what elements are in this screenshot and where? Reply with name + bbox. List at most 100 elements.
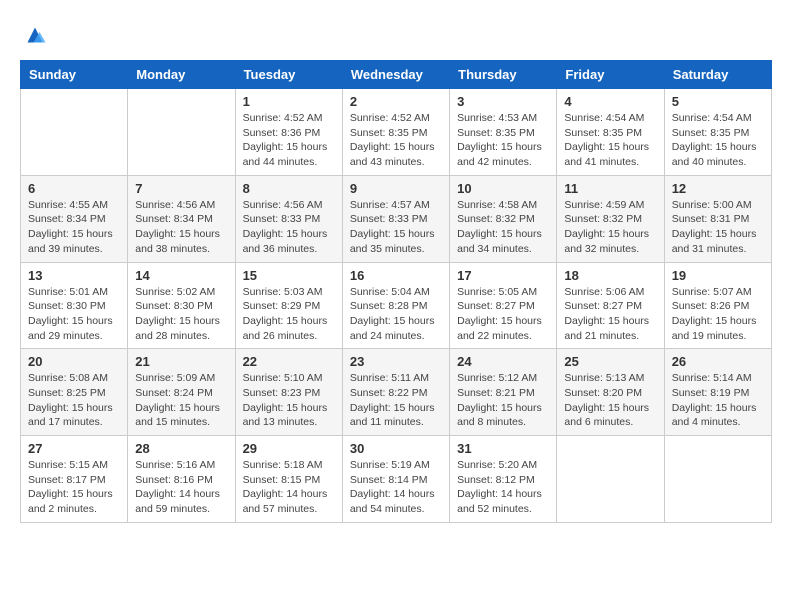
- calendar-cell: 18 Sunrise: 5:06 AM Sunset: 8:27 PM Dayli…: [557, 262, 664, 349]
- calendar-cell: 19 Sunrise: 5:07 AM Sunset: 8:26 PM Dayli…: [664, 262, 771, 349]
- calendar-cell: 5 Sunrise: 4:54 AM Sunset: 8:35 PM Daylig…: [664, 89, 771, 176]
- day-info: Sunrise: 5:01 AM Sunset: 8:30 PM Dayligh…: [28, 285, 120, 344]
- day-info: Sunrise: 5:15 AM Sunset: 8:17 PM Dayligh…: [28, 458, 120, 517]
- day-number: 2: [350, 94, 442, 109]
- day-info: Sunrise: 5:07 AM Sunset: 8:26 PM Dayligh…: [672, 285, 764, 344]
- calendar-cell: 27 Sunrise: 5:15 AM Sunset: 8:17 PM Dayli…: [21, 436, 128, 523]
- day-number: 24: [457, 354, 549, 369]
- day-info: Sunrise: 4:55 AM Sunset: 8:34 PM Dayligh…: [28, 198, 120, 257]
- day-info: Sunrise: 5:20 AM Sunset: 8:12 PM Dayligh…: [457, 458, 549, 517]
- calendar-cell: 10 Sunrise: 4:58 AM Sunset: 8:32 PM Dayli…: [450, 175, 557, 262]
- calendar-cell: [557, 436, 664, 523]
- calendar-week-row: 13 Sunrise: 5:01 AM Sunset: 8:30 PM Dayli…: [21, 262, 772, 349]
- day-number: 9: [350, 181, 442, 196]
- day-number: 19: [672, 268, 764, 283]
- calendar-cell: 25Sunrise: 5:13 AM Sunset: 8:20 PM Dayli…: [557, 349, 664, 436]
- calendar-cell: 24 Sunrise: 5:12 AM Sunset: 8:21 PM Dayli…: [450, 349, 557, 436]
- calendar-cell: 6 Sunrise: 4:55 AM Sunset: 8:34 PM Daylig…: [21, 175, 128, 262]
- day-number: 14: [135, 268, 227, 283]
- calendar-cell: 16 Sunrise: 5:04 AM Sunset: 8:28 PM Dayli…: [342, 262, 449, 349]
- day-info: Sunrise: 4:59 AM Sunset: 8:32 PM Dayligh…: [564, 198, 656, 257]
- calendar-week-row: 6 Sunrise: 4:55 AM Sunset: 8:34 PM Daylig…: [21, 175, 772, 262]
- calendar-cell: 11 Sunrise: 4:59 AM Sunset: 8:32 PM Dayli…: [557, 175, 664, 262]
- day-info: Sunrise: 5:19 AM Sunset: 8:14 PM Dayligh…: [350, 458, 442, 517]
- calendar-cell: 9 Sunrise: 4:57 AM Sunset: 8:33 PM Daylig…: [342, 175, 449, 262]
- calendar-cell: [128, 89, 235, 176]
- day-info: Sunrise: 4:56 AM Sunset: 8:34 PM Dayligh…: [135, 198, 227, 257]
- calendar-cell: 23Sunrise: 5:11 AM Sunset: 8:22 PM Dayli…: [342, 349, 449, 436]
- calendar-cell: [21, 89, 128, 176]
- day-number: 17: [457, 268, 549, 283]
- page-header: [20, 20, 772, 50]
- day-number: 22: [243, 354, 335, 369]
- day-number: 18: [564, 268, 656, 283]
- day-info: Sunrise: 4:54 AM Sunset: 8:35 PM Dayligh…: [672, 111, 764, 170]
- calendar-cell: 15 Sunrise: 5:03 AM Sunset: 8:29 PM Dayli…: [235, 262, 342, 349]
- calendar-cell: 28Sunrise: 5:16 AM Sunset: 8:16 PM Dayli…: [128, 436, 235, 523]
- calendar-cell: 7 Sunrise: 4:56 AM Sunset: 8:34 PM Daylig…: [128, 175, 235, 262]
- day-info: Sunrise: 5:08 AM Sunset: 8:25 PM Dayligh…: [28, 371, 120, 430]
- day-info: Sunrise: 5:14 AM Sunset: 8:19 PM Dayligh…: [672, 371, 764, 430]
- day-info: Sunrise: 5:11 AM Sunset: 8:22 PM Dayligh…: [350, 371, 442, 430]
- day-info: Sunrise: 5:12 AM Sunset: 8:21 PM Dayligh…: [457, 371, 549, 430]
- day-info: Sunrise: 5:10 AM Sunset: 8:23 PM Dayligh…: [243, 371, 335, 430]
- calendar-cell: 26 Sunrise: 5:14 AM Sunset: 8:19 PM Dayli…: [664, 349, 771, 436]
- day-info: Sunrise: 4:53 AM Sunset: 8:35 PM Dayligh…: [457, 111, 549, 170]
- day-info: Sunrise: 4:57 AM Sunset: 8:33 PM Dayligh…: [350, 198, 442, 257]
- weekday-header: Monday: [128, 61, 235, 89]
- day-info: Sunrise: 5:04 AM Sunset: 8:28 PM Dayligh…: [350, 285, 442, 344]
- day-info: Sunrise: 4:54 AM Sunset: 8:35 PM Dayligh…: [564, 111, 656, 170]
- day-number: 16: [350, 268, 442, 283]
- day-info: Sunrise: 4:52 AM Sunset: 8:36 PM Dayligh…: [243, 111, 335, 170]
- calendar-cell: 17Sunrise: 5:05 AM Sunset: 8:27 PM Dayli…: [450, 262, 557, 349]
- day-info: Sunrise: 5:06 AM Sunset: 8:27 PM Dayligh…: [564, 285, 656, 344]
- weekday-header: Tuesday: [235, 61, 342, 89]
- day-info: Sunrise: 5:16 AM Sunset: 8:16 PM Dayligh…: [135, 458, 227, 517]
- calendar-cell: 8Sunrise: 4:56 AM Sunset: 8:33 PM Daylig…: [235, 175, 342, 262]
- day-number: 10: [457, 181, 549, 196]
- day-number: 5: [672, 94, 764, 109]
- weekday-header: Sunday: [21, 61, 128, 89]
- day-info: Sunrise: 5:18 AM Sunset: 8:15 PM Dayligh…: [243, 458, 335, 517]
- day-info: Sunrise: 4:52 AM Sunset: 8:35 PM Dayligh…: [350, 111, 442, 170]
- calendar-cell: 13 Sunrise: 5:01 AM Sunset: 8:30 PM Dayli…: [21, 262, 128, 349]
- day-number: 30: [350, 441, 442, 456]
- calendar-week-row: 1Sunrise: 4:52 AM Sunset: 8:36 PM Daylig…: [21, 89, 772, 176]
- calendar-cell: 2 Sunrise: 4:52 AM Sunset: 8:35 PM Daylig…: [342, 89, 449, 176]
- day-number: 20: [28, 354, 120, 369]
- day-number: 31: [457, 441, 549, 456]
- logo-icon: [20, 20, 50, 50]
- day-number: 13: [28, 268, 120, 283]
- calendar-cell: 29 Sunrise: 5:18 AM Sunset: 8:15 PM Dayli…: [235, 436, 342, 523]
- calendar-cell: 21 Sunrise: 5:09 AM Sunset: 8:24 PM Dayli…: [128, 349, 235, 436]
- day-number: 12: [672, 181, 764, 196]
- day-number: 6: [28, 181, 120, 196]
- calendar-week-row: 27 Sunrise: 5:15 AM Sunset: 8:17 PM Dayli…: [21, 436, 772, 523]
- calendar-cell: 12Sunrise: 5:00 AM Sunset: 8:31 PM Dayli…: [664, 175, 771, 262]
- day-info: Sunrise: 5:13 AM Sunset: 8:20 PM Dayligh…: [564, 371, 656, 430]
- calendar-cell: 22 Sunrise: 5:10 AM Sunset: 8:23 PM Dayli…: [235, 349, 342, 436]
- logo: [20, 20, 54, 50]
- day-number: 15: [243, 268, 335, 283]
- day-number: 7: [135, 181, 227, 196]
- weekday-header: Friday: [557, 61, 664, 89]
- day-number: 8: [243, 181, 335, 196]
- day-info: Sunrise: 5:02 AM Sunset: 8:30 PM Dayligh…: [135, 285, 227, 344]
- day-info: Sunrise: 4:58 AM Sunset: 8:32 PM Dayligh…: [457, 198, 549, 257]
- day-info: Sunrise: 5:09 AM Sunset: 8:24 PM Dayligh…: [135, 371, 227, 430]
- day-number: 11: [564, 181, 656, 196]
- weekday-header: Saturday: [664, 61, 771, 89]
- day-number: 21: [135, 354, 227, 369]
- calendar-cell: 1Sunrise: 4:52 AM Sunset: 8:36 PM Daylig…: [235, 89, 342, 176]
- day-info: Sunrise: 5:03 AM Sunset: 8:29 PM Dayligh…: [243, 285, 335, 344]
- day-number: 26: [672, 354, 764, 369]
- day-number: 27: [28, 441, 120, 456]
- weekday-header: Wednesday: [342, 61, 449, 89]
- calendar-header-row: SundayMondayTuesdayWednesdayThursdayFrid…: [21, 61, 772, 89]
- calendar-cell: 4 Sunrise: 4:54 AM Sunset: 8:35 PM Daylig…: [557, 89, 664, 176]
- calendar-table: SundayMondayTuesdayWednesdayThursdayFrid…: [20, 60, 772, 523]
- day-number: 3: [457, 94, 549, 109]
- day-number: 4: [564, 94, 656, 109]
- weekday-header: Thursday: [450, 61, 557, 89]
- day-number: 29: [243, 441, 335, 456]
